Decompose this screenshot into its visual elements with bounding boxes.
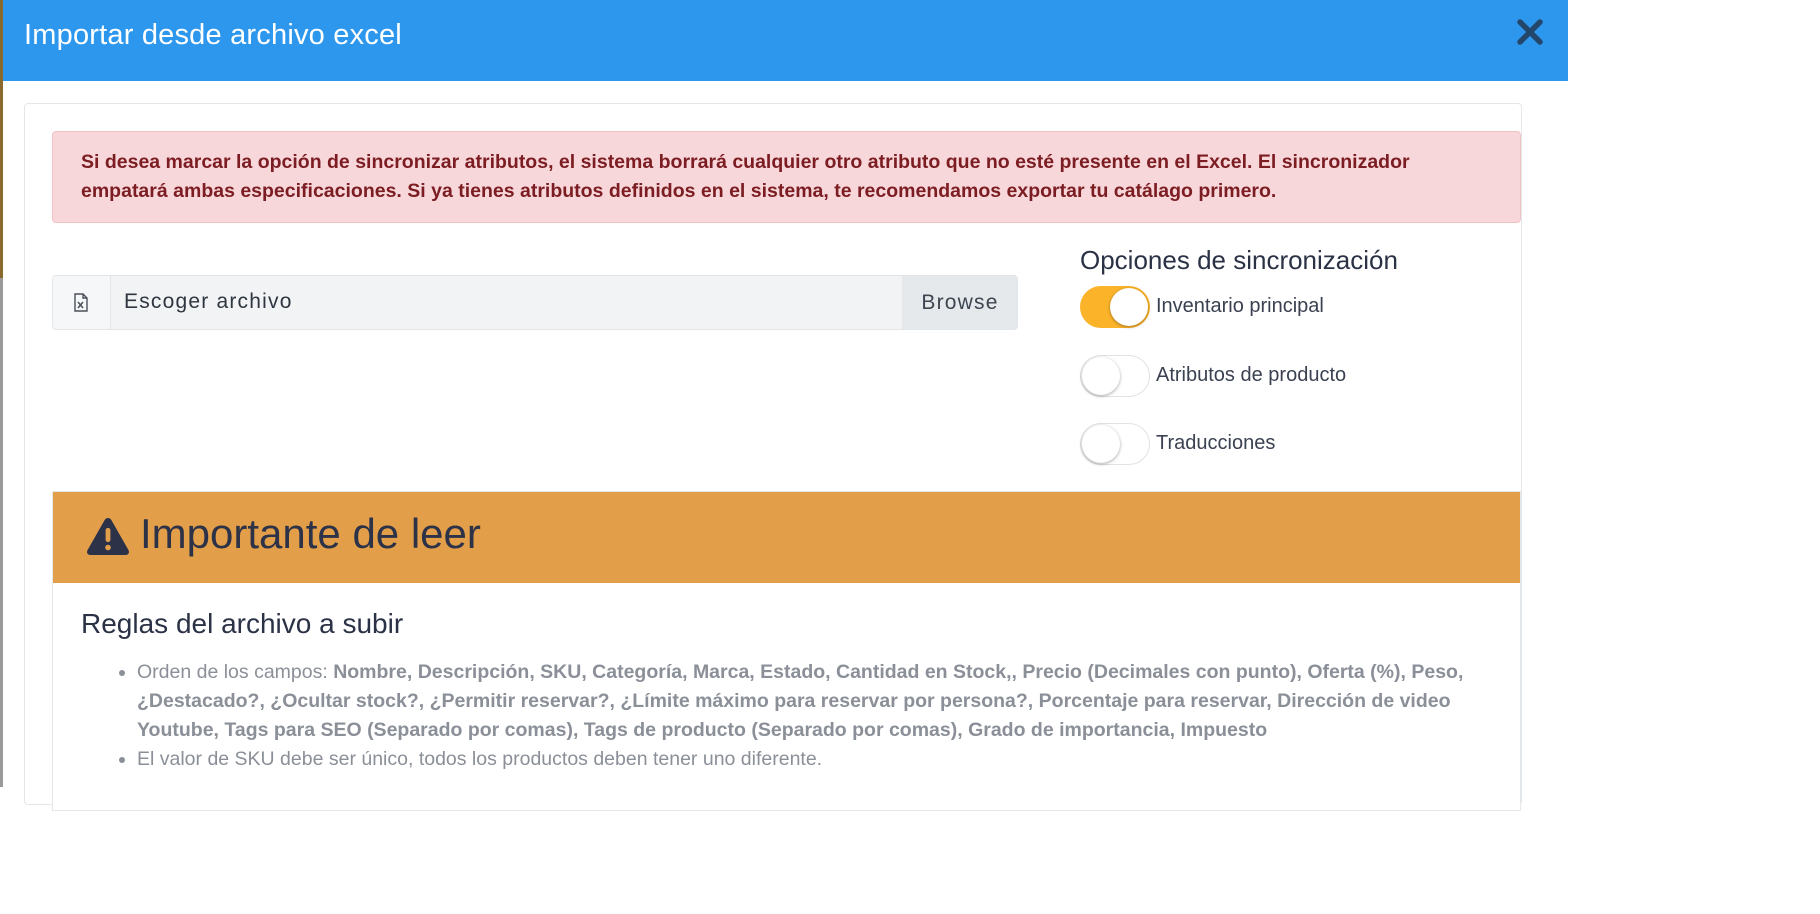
close-icon bbox=[1517, 19, 1543, 45]
toggle-knob bbox=[1110, 288, 1148, 326]
important-panel: Importante de leer Reglas del archivo a … bbox=[52, 491, 1521, 811]
rules-list: Orden de los campos: Nombre, Descripción… bbox=[109, 658, 1517, 774]
inventario-toggle[interactable] bbox=[1080, 286, 1150, 328]
rule-prefix: Orden de los campos: bbox=[137, 661, 334, 683]
rule-sku-unique: El valor de SKU debe ser único, todos lo… bbox=[137, 745, 1517, 774]
traducciones-toggle[interactable] bbox=[1080, 423, 1150, 465]
rule-field-order: Orden de los campos: Nombre, Descripción… bbox=[137, 658, 1517, 745]
important-panel-header: Importante de leer bbox=[53, 492, 1520, 583]
toggle-label: Atributos de producto bbox=[1156, 364, 1347, 386]
sync-warning-alert: Si desea marcar la opción de sincronizar… bbox=[52, 131, 1521, 223]
background-edge bbox=[0, 0, 3, 787]
alert-text: Si desea marcar la opción de sincronizar… bbox=[81, 151, 1410, 202]
toggle-knob bbox=[1082, 357, 1120, 395]
modal-header: Importar desde archivo excel bbox=[3, 0, 1568, 81]
file-icon-addon bbox=[53, 276, 111, 329]
toggle-knob bbox=[1082, 425, 1120, 463]
file-input-label[interactable]: Escoger archivo bbox=[124, 290, 293, 314]
warning-triangle-icon bbox=[87, 518, 129, 555]
sync-options-title: Opciones de sincronización bbox=[1080, 245, 1398, 275]
rule-fields: Nombre, Descripción, SKU, Categoría, Mar… bbox=[137, 661, 1464, 741]
rules-title: Reglas del archivo a subir bbox=[81, 608, 404, 639]
atributos-toggle[interactable] bbox=[1080, 355, 1150, 397]
important-title: Importante de leer bbox=[140, 510, 481, 557]
toggle-label: Traducciones bbox=[1156, 432, 1276, 454]
close-button[interactable] bbox=[1514, 16, 1546, 48]
file-input-group[interactable]: Escoger archivo Browse bbox=[52, 275, 1018, 330]
toggle-label: Inventario principal bbox=[1156, 295, 1324, 317]
file-excel-icon bbox=[74, 293, 88, 312]
modal-title: Importar desde archivo excel bbox=[24, 19, 402, 51]
browse-button[interactable]: Browse bbox=[902, 276, 1017, 329]
